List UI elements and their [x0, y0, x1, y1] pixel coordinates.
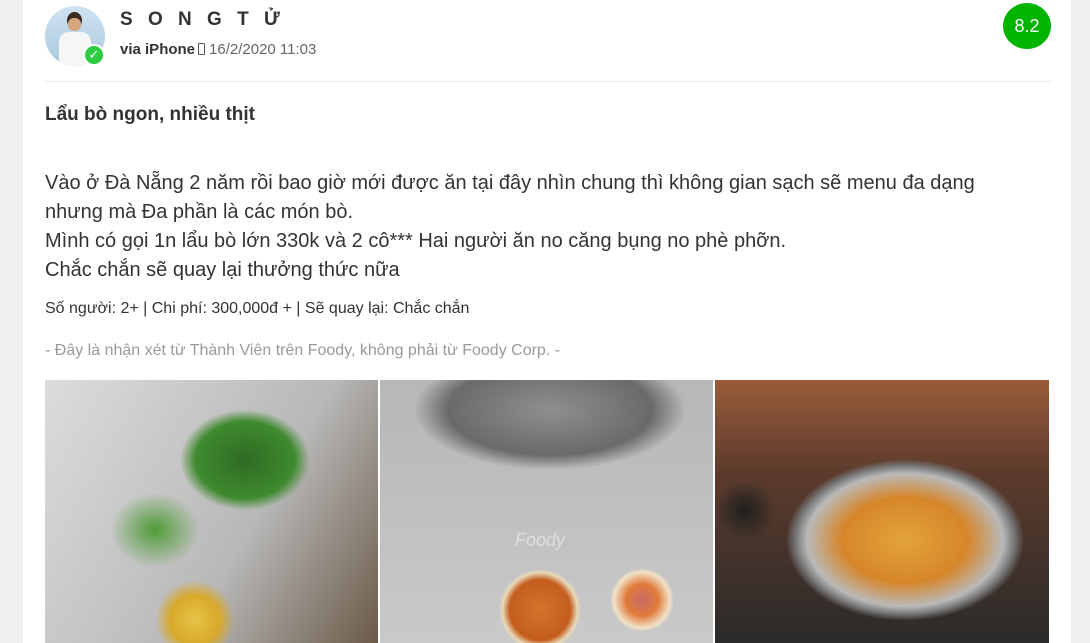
- review-stats: Số người: 2+ | Chi phí: 300,000đ + | Sẽ …: [45, 300, 470, 317]
- photo-dipping-sauce[interactable]: Foody: [380, 380, 713, 643]
- review-title[interactable]: Lẩu bò ngon, nhiều thịt: [45, 104, 255, 126]
- review-disclaimer: - Đây là nhận xét từ Thành Viên trên Foo…: [45, 342, 561, 359]
- username[interactable]: S O N G T Ử: [120, 9, 285, 31]
- avatar-face: [68, 18, 81, 31]
- phone-icon: [198, 43, 206, 55]
- review-body: Vào ở Đà Nẵng 2 năm rồi bao giờ mới được…: [45, 169, 1055, 285]
- review-body-line: Chắc chắn sẽ quay lại thưởng thức nữa: [45, 259, 400, 281]
- review-card: ✓ S O N G T Ử via iPhone 16/2/2020 11:03 …: [23, 0, 1071, 643]
- review-body-line: nhưng mà Đa phần là các món bò.: [45, 201, 354, 223]
- review-body-line: Mình có gọi 1n lẩu bò lớn 330k và 2 cô**…: [45, 230, 787, 252]
- score-badge: 8.2: [1003, 3, 1051, 49]
- photo-beef-hotpot[interactable]: [715, 380, 1049, 643]
- divider: [45, 81, 1051, 82]
- review-body-line: Vào ở Đà Nẵng 2 năm rồi bao giờ mới được…: [45, 172, 975, 194]
- device-label: via iPhone: [120, 41, 196, 58]
- review-meta: via iPhone 16/2/2020 11:03: [120, 41, 316, 58]
- verified-check-icon: ✓: [83, 44, 105, 66]
- photo-watermark: Foody: [515, 530, 566, 550]
- review-date[interactable]: 16/2/2020 11:03: [209, 41, 316, 58]
- photo-vegetables-noodles[interactable]: [45, 380, 378, 643]
